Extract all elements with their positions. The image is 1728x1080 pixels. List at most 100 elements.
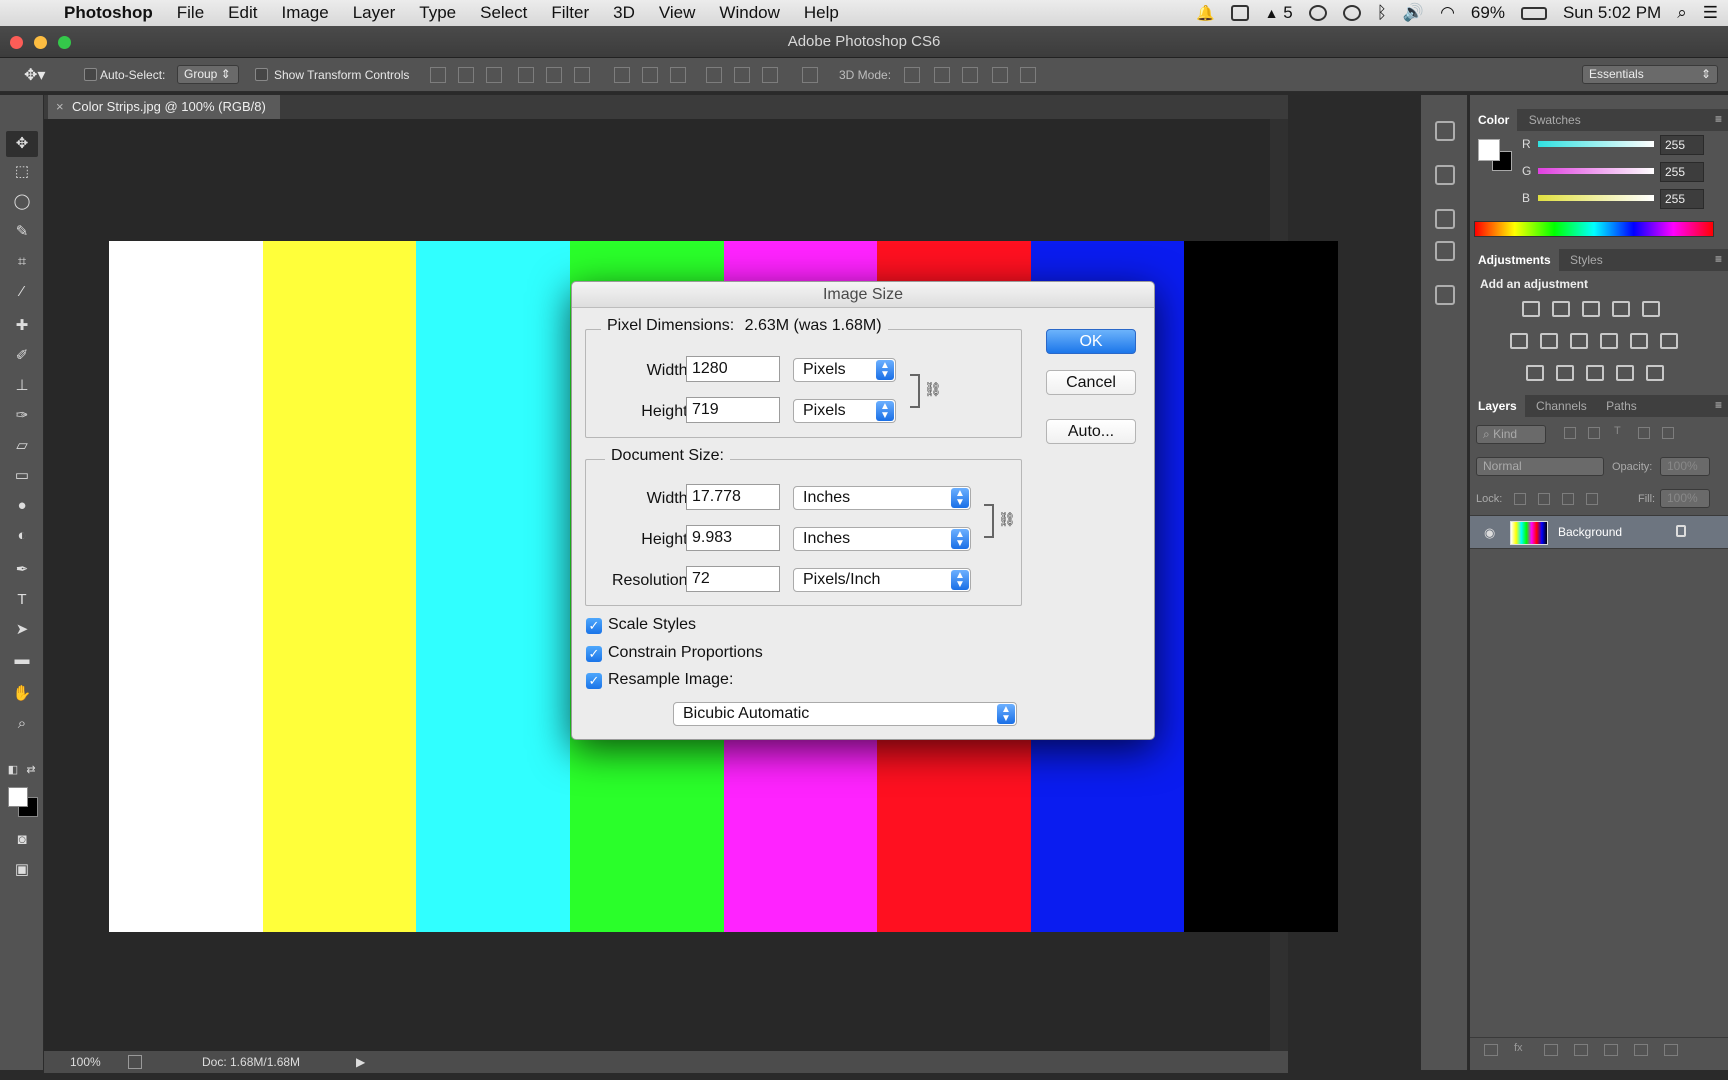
foreground-color-swatch[interactable] [8, 787, 28, 807]
ok-button[interactable]: OK [1046, 329, 1136, 354]
spotlight-search-icon[interactable]: ⌕ [1677, 3, 1687, 23]
dodge-tool-icon[interactable]: ◐ [12, 527, 32, 545]
cancel-button[interactable]: Cancel [1046, 370, 1136, 395]
tab-styles[interactable]: Styles [1562, 249, 1611, 271]
doc-height-unit-select[interactable]: Inches ▲ ▼ [793, 527, 971, 551]
constrain-proportions-checkbox[interactable]: ✓ [586, 646, 602, 662]
auto-select-checkbox[interactable] [84, 68, 97, 81]
resolution-unit-select[interactable]: Pixels/Inch ▲ ▼ [793, 568, 971, 592]
vibrance-icon[interactable] [1642, 301, 1660, 317]
menu-photoshop[interactable]: Photoshop [64, 3, 165, 23]
distribute-vcenter-icon[interactable] [642, 67, 658, 83]
clone-stamp-tool-icon[interactable]: ⊥ [12, 377, 32, 395]
foreground-color-chip[interactable] [1478, 139, 1500, 161]
align-hcenter-icon[interactable] [546, 67, 562, 83]
distribute-left-icon[interactable] [706, 67, 722, 83]
path-selection-tool-icon[interactable]: ➤ [12, 621, 32, 639]
eyedropper-tool-icon[interactable]: ⁄ [12, 283, 32, 301]
volume-icon[interactable]: 🔊 [1403, 3, 1424, 23]
3d-roll-icon[interactable] [934, 67, 950, 83]
fill-value[interactable]: 100% [1660, 489, 1710, 508]
status-menu-arrow-icon[interactable]: ▶ [356, 1051, 365, 1073]
healing-brush-tool-icon[interactable]: ✚ [12, 317, 32, 335]
tab-channels[interactable]: Channels [1528, 395, 1595, 417]
auto-select-dropdown[interactable]: Group ⇕ [177, 65, 239, 84]
filter-adjustment-icon[interactable] [1588, 427, 1600, 439]
transform-controls-checkbox[interactable] [255, 68, 268, 81]
filter-shape-icon[interactable] [1638, 427, 1650, 439]
panel-menu-icon[interactable]: ≡ [1715, 112, 1722, 126]
app-icon[interactable] [1230, 5, 1249, 21]
menu-layer[interactable]: Layer [341, 3, 408, 23]
workspace-switcher[interactable]: Essentials ⇕ [1582, 65, 1718, 84]
layer-visibility-eye-icon[interactable]: ◉ [1484, 525, 1495, 541]
notification-icon[interactable]: 🔔 [1196, 4, 1215, 22]
default-colors-icon[interactable]: ◧ [6, 763, 20, 777]
status-info-icon[interactable] [128, 1055, 142, 1069]
3d-slide-icon[interactable] [992, 67, 1008, 83]
doc-height-input[interactable]: 9.983 [686, 525, 780, 551]
new-adjustment-layer-icon[interactable] [1574, 1044, 1588, 1056]
lock-pixels-icon[interactable] [1538, 493, 1550, 505]
lock-all-icon[interactable] [1586, 493, 1598, 505]
channel-r-value[interactable]: 255 [1660, 135, 1704, 155]
gradient-map-icon[interactable] [1646, 365, 1664, 381]
menu-image[interactable]: Image [269, 3, 340, 23]
layer-row[interactable]: ◉ Background [1470, 515, 1728, 549]
tab-swatches[interactable]: Swatches [1521, 109, 1589, 131]
3d-pan-icon[interactable] [962, 67, 978, 83]
align-left-icon[interactable] [518, 67, 534, 83]
link-layers-icon[interactable] [1484, 1044, 1498, 1056]
close-window-button[interactable] [10, 36, 23, 49]
document-tab[interactable]: × Color Strips.jpg @ 100% (RGB/8) [48, 95, 280, 119]
channel-mixer-icon[interactable] [1630, 333, 1648, 349]
filter-pixel-icon[interactable] [1564, 427, 1576, 439]
battery-icon[interactable] [1520, 6, 1547, 20]
layer-style-fx-icon[interactable]: fx [1514, 1042, 1523, 1054]
3d-rotate-icon[interactable] [904, 67, 920, 83]
menu-edit[interactable]: Edit [216, 3, 269, 23]
add-mask-icon[interactable] [1544, 1044, 1558, 1056]
menu-help[interactable]: Help [792, 3, 851, 23]
brush-tool-icon[interactable]: ✐ [12, 347, 32, 365]
crop-tool-icon[interactable]: ⌗ [12, 253, 32, 271]
auto-align-icon[interactable] [802, 67, 818, 83]
channel-b-value[interactable]: 255 [1660, 189, 1704, 209]
screen-mode-icon[interactable]: ▣ [12, 861, 32, 879]
menu-type[interactable]: Type [407, 3, 468, 23]
pixel-width-input[interactable]: 1280 [686, 356, 780, 382]
layer-filter-dropdown[interactable]: ⌕ Kind [1476, 425, 1546, 444]
lock-position-icon[interactable] [1562, 493, 1574, 505]
layer-lock-icon[interactable] [1676, 525, 1686, 537]
delete-layer-icon[interactable] [1664, 1044, 1678, 1056]
new-layer-icon[interactable] [1634, 1044, 1648, 1056]
threshold-icon[interactable] [1586, 365, 1604, 381]
align-right-icon[interactable] [574, 67, 590, 83]
lock-transparent-icon[interactable] [1514, 493, 1526, 505]
rectangle-tool-icon[interactable]: ▬ [12, 651, 32, 669]
color-spectrum-bar[interactable] [1474, 221, 1714, 237]
properties-panel-icon[interactable] [1435, 165, 1455, 185]
menu-file[interactable]: File [165, 3, 216, 23]
time-machine-icon[interactable] [1342, 5, 1361, 21]
swap-colors-icon[interactable]: ⇄ [24, 763, 38, 777]
posterize-icon[interactable] [1556, 365, 1574, 381]
blur-tool-icon[interactable]: ● [12, 497, 32, 515]
levels-icon[interactable] [1552, 301, 1570, 317]
resample-method-select[interactable]: Bicubic Automatic ▲ ▼ [673, 702, 1017, 726]
menu-select[interactable]: Select [468, 3, 539, 23]
move-tool-icon[interactable]: ✥ [6, 131, 38, 157]
pixel-width-unit-select[interactable]: Pixels ▲ ▼ [793, 358, 896, 382]
quick-mask-icon[interactable]: ◙ [12, 831, 32, 849]
pen-tool-icon[interactable]: ✒ [12, 561, 32, 579]
tab-paths[interactable]: Paths [1598, 395, 1645, 417]
exposure-icon[interactable] [1612, 301, 1630, 317]
battery-percent[interactable]: 69% [1471, 3, 1505, 23]
3d-scale-icon[interactable] [1020, 67, 1036, 83]
wifi-icon[interactable]: ◠ [1440, 3, 1455, 23]
menu-filter[interactable]: Filter [539, 3, 601, 23]
distribute-bottom-icon[interactable] [670, 67, 686, 83]
blend-mode-dropdown[interactable]: Normal [1476, 457, 1604, 476]
hand-tool-icon[interactable]: ✋ [12, 685, 32, 703]
scale-styles-checkbox[interactable]: ✓ [586, 618, 602, 634]
